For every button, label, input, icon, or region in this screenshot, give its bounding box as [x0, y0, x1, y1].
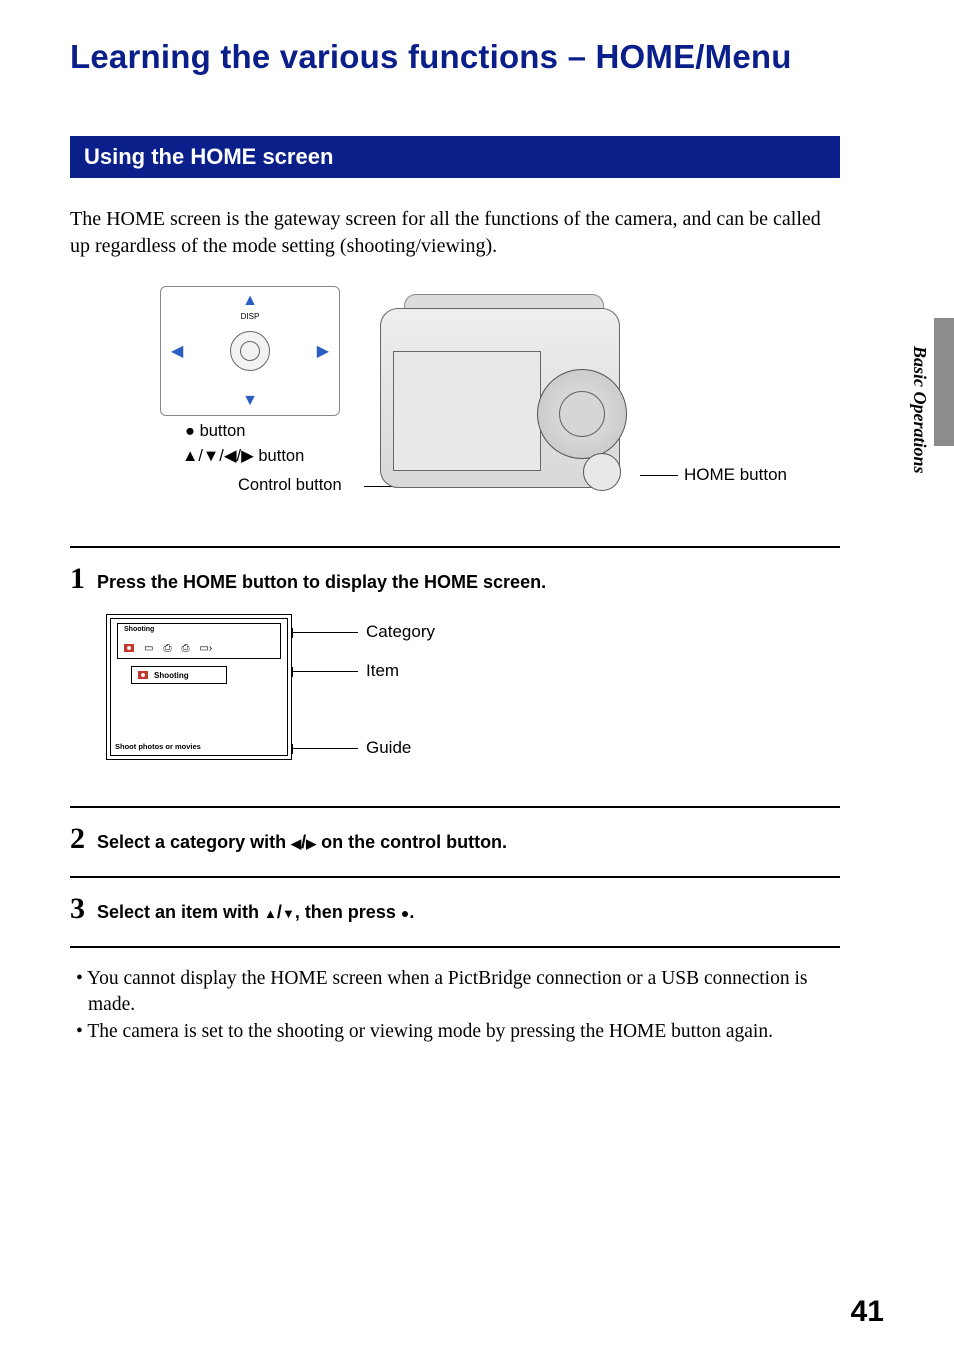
section-heading: Using the HOME screen — [70, 136, 840, 178]
divider — [70, 946, 840, 948]
arrow-button-label: ▲/▼/◀/▶ button — [182, 446, 304, 466]
arrow-left-icon — [171, 341, 183, 361]
camera-icon — [138, 671, 148, 679]
side-tab — [934, 318, 954, 446]
page-title: Learning the various functions – HOME/Me… — [70, 38, 884, 76]
view-icon: ▭ — [144, 643, 153, 654]
leader-line — [292, 671, 358, 672]
callout-item: Item — [366, 661, 399, 681]
center-button-icon — [230, 331, 270, 371]
divider — [70, 876, 840, 878]
intro-text: The HOME screen is the gateway screen fo… — [70, 206, 840, 260]
leader-line — [292, 748, 358, 749]
step-number: 1 — [70, 562, 85, 596]
camera-icon — [124, 644, 134, 652]
home-screen-mockup: Shooting ▭ ⎙ ⎙ ▭› Shooting Shoot photos … — [70, 606, 840, 786]
camera-illustration — [380, 288, 640, 503]
home-button-label: HOME button — [684, 465, 787, 485]
mock-item-text: Shooting — [154, 671, 189, 680]
arrow-left-icon — [291, 832, 301, 852]
disp-label: DISP — [241, 312, 260, 321]
side-section-label: Basic Operations — [909, 346, 930, 474]
callout-category: Category — [366, 622, 435, 642]
notes-list: You cannot display the HOME screen when … — [70, 966, 840, 1045]
step-3: 3 Select an item with /, then press . — [70, 892, 840, 926]
arrow-right-icon — [306, 832, 316, 852]
slideshow-icon: ⎙ — [163, 643, 171, 654]
mock-icons-row: ▭ ⎙ ⎙ ▭› — [124, 640, 274, 656]
toolbox-icon: ▭› — [199, 643, 212, 654]
step-text: Select an item with /, then press . — [97, 902, 414, 923]
arrow-down-icon — [242, 392, 258, 410]
control-pad-illustration: DISP — [160, 286, 340, 416]
leader-line — [640, 475, 678, 476]
mock-guide-text: Shoot photos or movies — [115, 742, 201, 751]
arrow-up-icon — [242, 292, 258, 310]
step-text: Press the HOME button to display the HOM… — [97, 572, 546, 593]
divider — [70, 806, 840, 808]
control-button-label: Control button — [238, 476, 342, 495]
page-number: 41 — [851, 1295, 884, 1329]
figure-area: DISP button ▲/▼/◀/▶ button Control butto… — [70, 280, 840, 530]
step-text: Select a category with / on the control … — [97, 832, 507, 853]
arrow-up-icon — [264, 902, 277, 922]
note-item: You cannot display the HOME screen when … — [88, 966, 840, 1019]
note-item: The camera is set to the shooting or vie… — [88, 1019, 840, 1045]
leader-line — [292, 632, 358, 633]
step-number: 3 — [70, 892, 85, 926]
home-button-icon — [583, 453, 621, 491]
arrow-down-icon — [282, 902, 295, 922]
step-2: 2 Select a category with / on the contro… — [70, 822, 840, 856]
callout-guide: Guide — [366, 738, 411, 758]
dot-button-label: button — [185, 422, 245, 441]
arrow-right-icon — [317, 341, 329, 361]
step-1: 1 Press the HOME button to display the H… — [70, 562, 840, 596]
print-icon: ⎙ — [181, 643, 189, 654]
step-number: 2 — [70, 822, 85, 856]
divider — [70, 546, 840, 548]
mock-category-title: Shooting — [124, 626, 154, 633]
